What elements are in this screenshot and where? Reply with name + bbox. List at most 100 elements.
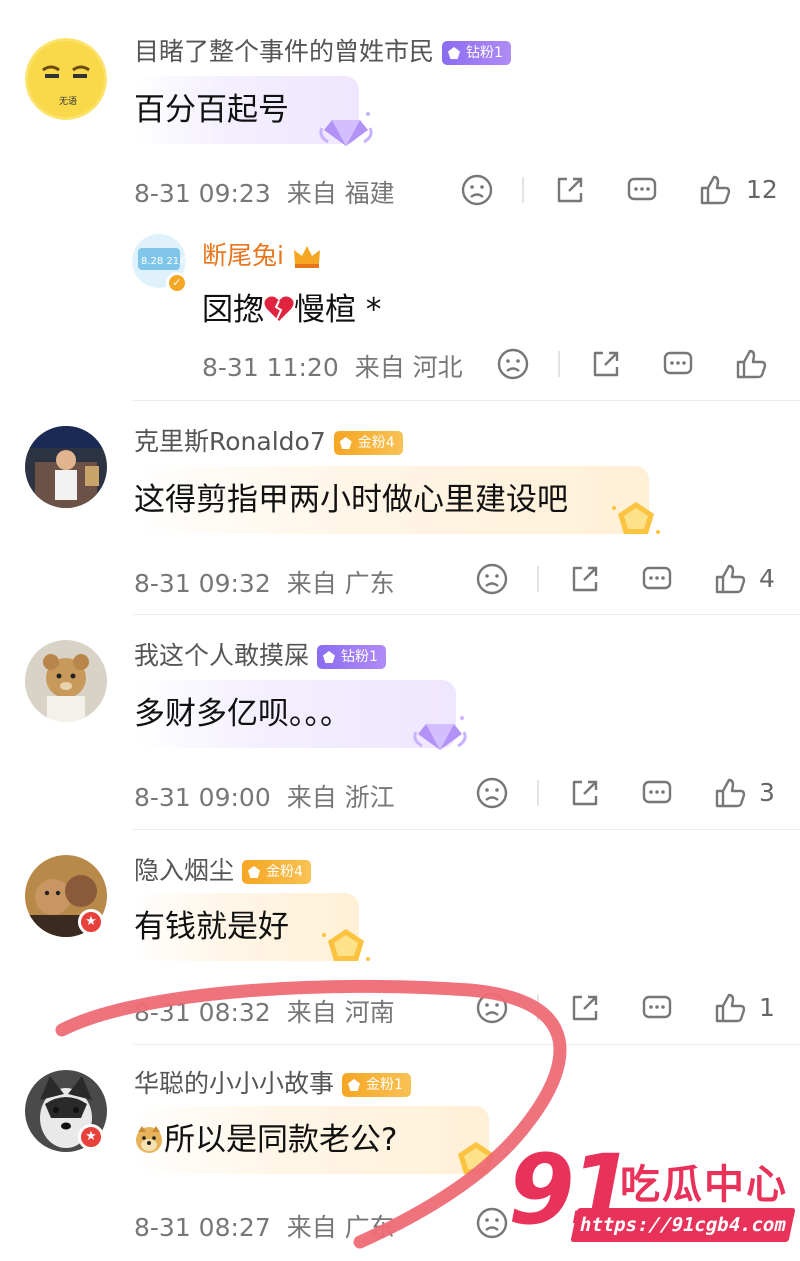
comment-date: 8-31 09:00 (134, 783, 271, 812)
divider (537, 995, 539, 1021)
comment-location: 广东 (344, 1213, 395, 1242)
username-text[interactable]: 隐入烟尘 (134, 856, 234, 885)
from-label: 来自 (286, 998, 337, 1027)
watermark-logo: 91 吃瓜中心 https://91cgb4.com (508, 1138, 796, 1250)
reply-item: 8.28 21点 ✓ 断尾兔i 㘝揔 慢楦 * 8-31 11:20 来自 河北 (0, 220, 800, 400)
watermark-url: https://91cgb4.com (570, 1208, 796, 1242)
comment-bubble[interactable]: 多财多亿呗。。。 (134, 680, 456, 748)
dislike-face-icon[interactable] (460, 173, 494, 207)
fan-badge: 金粉4 (242, 860, 311, 884)
comment-icon[interactable] (661, 347, 695, 381)
username-text[interactable]: 华聪的小小小故事 (134, 1069, 334, 1098)
comment-item: 克里斯Ronaldo7 金粉4 这得剪指甲两小时做心里建设吧 8-31 09:32… (0, 400, 800, 615)
svg-text:无语: 无语 (59, 96, 77, 107)
comment-icon[interactable] (640, 562, 674, 596)
avatar[interactable] (25, 426, 107, 508)
comment-meta: 8-31 09:00 来自 浙江 (134, 778, 395, 814)
comment-meta: 8-31 09:32 来自 广东 (134, 564, 395, 600)
username-text[interactable]: 我这个人敢摸屎 (134, 641, 309, 670)
comment-meta: 8-31 09:23 来自 福建 (134, 174, 395, 210)
action-bar: 3 (475, 776, 795, 816)
comment-date: 8-31 09:32 (134, 569, 271, 598)
divider (522, 177, 524, 203)
comment-text[interactable]: 㘝揔 慢楦 * (202, 284, 381, 329)
comment-date: 8-31 08:27 (134, 1213, 271, 1242)
like-count: 3 (759, 778, 775, 807)
comment-bubble[interactable]: 这得剪指甲两小时做心里建设吧 (134, 466, 649, 534)
like-count: 4 (759, 564, 775, 593)
like-thumb-icon[interactable] (698, 173, 732, 207)
verified-badge-icon: ✓ (166, 272, 188, 294)
share-icon[interactable] (568, 991, 602, 1025)
comment-item: ★ 隐入烟尘 金粉4 有钱就是好 8-31 08:32 来自 河南 1 (0, 829, 800, 1044)
gold-gem-decoration-icon (322, 929, 370, 961)
fan-badge: 金粉1 (342, 1073, 411, 1097)
verified-badge-icon: ★ (78, 1124, 104, 1150)
comment-meta: 8-31 08:27 来自 广东 (134, 1208, 395, 1244)
comment-icon[interactable] (625, 173, 659, 207)
username-text[interactable]: 克里斯Ronaldo7 (134, 427, 326, 456)
share-icon[interactable] (589, 347, 623, 381)
svg-text:8.28 21点: 8.28 21点 (141, 255, 186, 267)
gold-gem-decoration-icon (458, 1142, 494, 1174)
like-count: 1 (759, 993, 775, 1022)
action-bar: 4 (475, 562, 795, 602)
divider (537, 780, 539, 806)
dislike-face-icon[interactable] (475, 562, 509, 596)
diamond-decoration-icon (319, 112, 373, 146)
divider (537, 566, 539, 592)
like-thumb-icon[interactable] (713, 562, 747, 596)
dislike-face-icon[interactable] (475, 991, 509, 1025)
like-thumb-icon[interactable] (713, 776, 747, 810)
dislike-face-icon[interactable] (496, 347, 530, 381)
verified-badge-icon: ★ (78, 909, 104, 935)
share-icon[interactable] (568, 562, 602, 596)
comment-meta: 8-31 08:32 来自 河南 (134, 993, 395, 1029)
comment-icon[interactable] (640, 991, 674, 1025)
username[interactable]: 克里斯Ronaldo7 金粉4 (134, 426, 403, 458)
username[interactable]: 目睹了整个事件的曾姓市民 钻粉1 (134, 36, 511, 68)
fan-badge: 钻粉1 (442, 41, 511, 65)
comment-text-part: 㘝揔 (202, 292, 264, 328)
comment-date: 8-31 11:20 (202, 353, 339, 382)
gold-gem-decoration-icon (612, 502, 660, 534)
from-label: 来自 (286, 179, 337, 208)
username[interactable]: 隐入烟尘 金粉4 (134, 855, 311, 887)
comment-item: 无语 目睹了整个事件的曾姓市民 钻粉1 百分百起号 8-31 09:23 来自 福… (0, 0, 800, 215)
comment-icon[interactable] (640, 776, 674, 810)
dislike-face-icon[interactable] (475, 776, 509, 810)
share-icon[interactable] (553, 173, 587, 207)
comment-text: 所以是同款老公? (164, 1122, 398, 1158)
username-text[interactable]: 断尾兔i (202, 241, 284, 270)
fan-badge: 金粉4 (333, 431, 403, 455)
divider (558, 351, 560, 377)
username[interactable]: 断尾兔i (202, 240, 322, 272)
from-label: 来自 (286, 1213, 337, 1242)
dislike-face-icon[interactable] (475, 1206, 509, 1240)
like-thumb-icon[interactable] (713, 991, 747, 1025)
comment-location: 广东 (344, 569, 395, 598)
watermark-title: 吃瓜中心 (620, 1162, 788, 1208)
diamond-decoration-icon (413, 716, 467, 750)
username[interactable]: 我这个人敢摸屎 钻粉1 (134, 640, 386, 672)
comment-date: 8-31 09:23 (134, 179, 271, 208)
comment-text: 百分百起号 (134, 92, 289, 128)
comment-bubble[interactable]: 所以是同款老公? (134, 1106, 489, 1174)
comment-text-part: 慢楦 * (294, 292, 382, 328)
comment-date: 8-31 08:32 (134, 998, 271, 1027)
username[interactable]: 华聪的小小小故事 金粉1 (134, 1068, 411, 1100)
comment-meta: 8-31 11:20 来自 河北 (202, 348, 463, 384)
username-text[interactable]: 目睹了整个事件的曾姓市民 (134, 37, 434, 66)
comment-location: 福建 (344, 179, 395, 208)
comment-location: 浙江 (344, 783, 395, 812)
comment-text: 有钱就是好 (134, 909, 289, 945)
comment-item: 我这个人敢摸屎 钻粉1 多财多亿呗。。。 8-31 09:00 来自 浙江 3 (0, 614, 800, 829)
from-label: 来自 (286, 569, 337, 598)
comment-text: 多财多亿呗。。。 (134, 696, 351, 732)
avatar[interactable] (25, 640, 107, 722)
from-label: 来自 (286, 783, 337, 812)
comment-location: 河北 (412, 353, 463, 382)
share-icon[interactable] (568, 776, 602, 810)
like-thumb-icon[interactable] (734, 347, 768, 381)
avatar[interactable]: 无语 (25, 38, 107, 120)
